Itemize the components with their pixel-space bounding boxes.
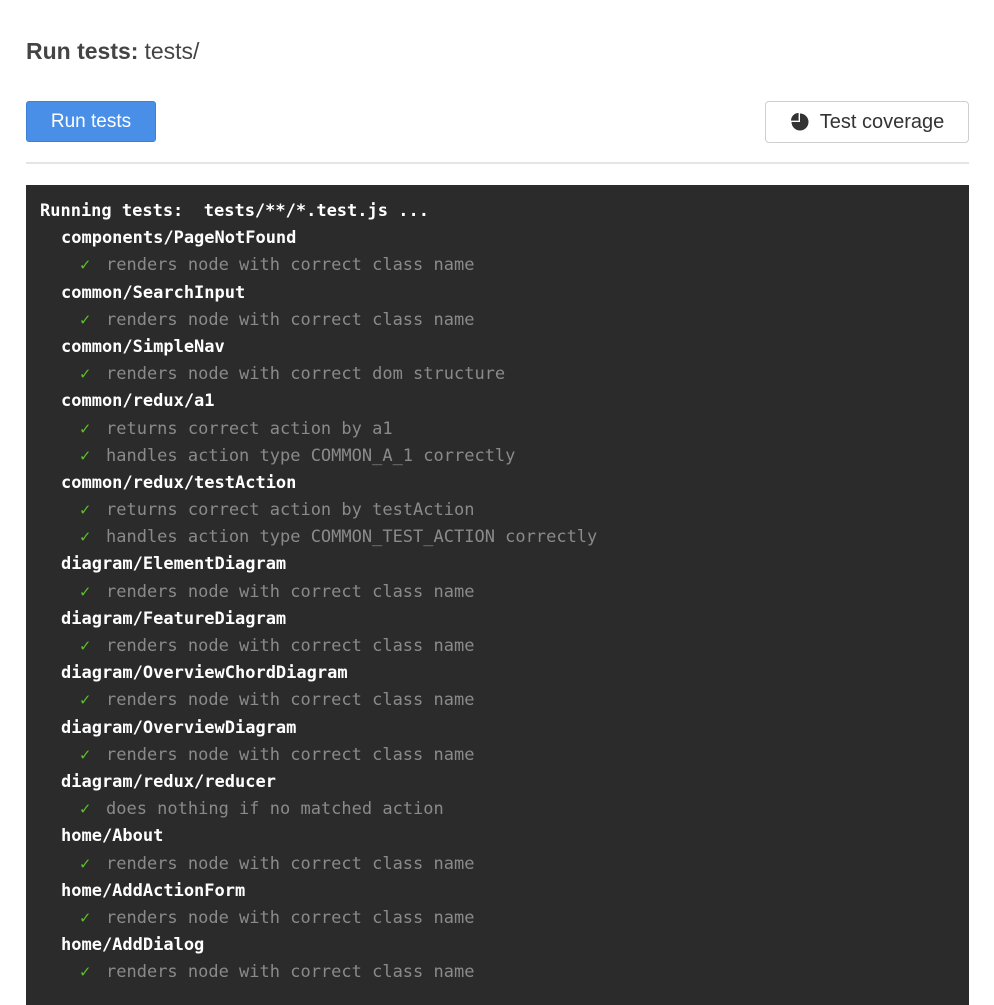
test-case: ✓ renders node with correct class name — [40, 959, 969, 986]
test-case-label: returns correct action by a1 — [106, 418, 393, 439]
test-case-label: renders node with correct class name — [106, 690, 475, 711]
check-icon: ✓ — [80, 690, 91, 711]
test-case: ✓ renders node with correct class name — [40, 307, 969, 334]
test-case: ✓ renders node with correct class name — [40, 633, 969, 660]
test-case-label: renders node with correct class name — [106, 309, 475, 330]
test-suite-name: diagram/redux/reducer — [61, 771, 276, 792]
run-tests-button[interactable]: Run tests — [26, 101, 156, 142]
toolbar: Run tests Test coverage — [26, 101, 969, 143]
test-case-label: handles action type COMMON_A_1 correctly — [106, 445, 516, 466]
test-coverage-button[interactable]: Test coverage — [765, 101, 969, 143]
test-suite-name: common/redux/a1 — [61, 391, 215, 412]
test-case: ✓ does nothing if no matched action — [40, 796, 969, 823]
check-icon: ✓ — [80, 255, 91, 276]
test-case: ✓ renders node with correct class name — [40, 905, 969, 932]
test-case-label: renders node with correct class name — [106, 962, 475, 983]
test-case-label: renders node with correct class name — [106, 853, 475, 874]
test-suite-name: home/AddActionForm — [61, 880, 246, 901]
test-suite-name: common/SimpleNav — [61, 336, 225, 357]
test-suite-name: home/AddDialog — [61, 935, 205, 956]
test-case: ✓ returns correct action by testAction — [40, 497, 969, 524]
check-icon: ✓ — [80, 962, 91, 983]
check-icon: ✓ — [80, 799, 91, 820]
test-case: ✓ returns correct action by a1 — [40, 416, 969, 443]
check-icon: ✓ — [80, 744, 91, 765]
check-icon: ✓ — [80, 309, 91, 330]
test-case: ✓ renders node with correct dom structure — [40, 361, 969, 388]
page-title-label: Run tests: — [26, 38, 139, 64]
check-icon: ✓ — [80, 581, 91, 602]
test-suite-name: diagram/FeatureDiagram — [61, 608, 287, 629]
pie-chart-icon — [790, 112, 810, 132]
divider — [26, 162, 969, 164]
check-icon: ✓ — [80, 500, 91, 521]
test-case-label: renders node with correct class name — [106, 744, 475, 765]
check-icon: ✓ — [80, 445, 91, 466]
check-icon: ✓ — [80, 907, 91, 928]
check-icon: ✓ — [80, 418, 91, 439]
test-case-label: renders node with correct class name — [106, 581, 475, 602]
check-icon: ✓ — [80, 364, 91, 385]
test-case-label: renders node with correct class name — [106, 255, 475, 276]
test-case-label: does nothing if no matched action — [106, 799, 444, 820]
test-case-label: returns correct action by testAction — [106, 500, 475, 521]
test-case-label: renders node with correct class name — [106, 636, 475, 656]
test-coverage-label: Test coverage — [819, 110, 945, 133]
test-suite-name: common/redux/testAction — [61, 472, 297, 493]
test-case-label: renders node with correct class name — [106, 907, 475, 928]
page-title-path: tests/ — [144, 38, 200, 64]
check-icon: ✓ — [80, 636, 91, 656]
test-case: ✓ handles action type COMMON_A_1 correctl… — [40, 443, 969, 470]
test-case: ✓ renders node with correct class name — [40, 579, 969, 606]
check-icon: ✓ — [80, 853, 91, 874]
test-suite-name: diagram/OverviewDiagram — [61, 717, 297, 738]
test-case: ✓ renders node with correct class name — [40, 851, 969, 878]
test-case: ✓ renders node with correct class name — [40, 742, 969, 769]
test-output-console[interactable]: Running tests: tests/**/*.test.js ... co… — [26, 185, 969, 1005]
check-icon: ✓ — [80, 527, 91, 548]
test-case-label: renders node with correct dom structure — [106, 364, 506, 385]
test-suite-name: components/PageNotFound — [61, 228, 297, 249]
test-case-label: handles action type COMMON_TEST_ACTION c… — [106, 527, 598, 548]
test-suite-name: diagram/OverviewChordDiagram — [61, 663, 348, 684]
test-suite-name: common/SearchInput — [61, 282, 246, 303]
test-suite-name: diagram/ElementDiagram — [61, 554, 287, 575]
test-case: ✓ renders node with correct class name — [40, 252, 969, 279]
test-suite-name: home/About — [61, 826, 164, 847]
page-title: Run tests: tests/ — [26, 38, 199, 65]
test-case: ✓ renders node with correct class name — [40, 687, 969, 714]
test-case: ✓ handles action type COMMON_TEST_ACTION … — [40, 524, 969, 551]
console-header: Running tests: tests/**/*.test.js ... — [40, 201, 429, 221]
